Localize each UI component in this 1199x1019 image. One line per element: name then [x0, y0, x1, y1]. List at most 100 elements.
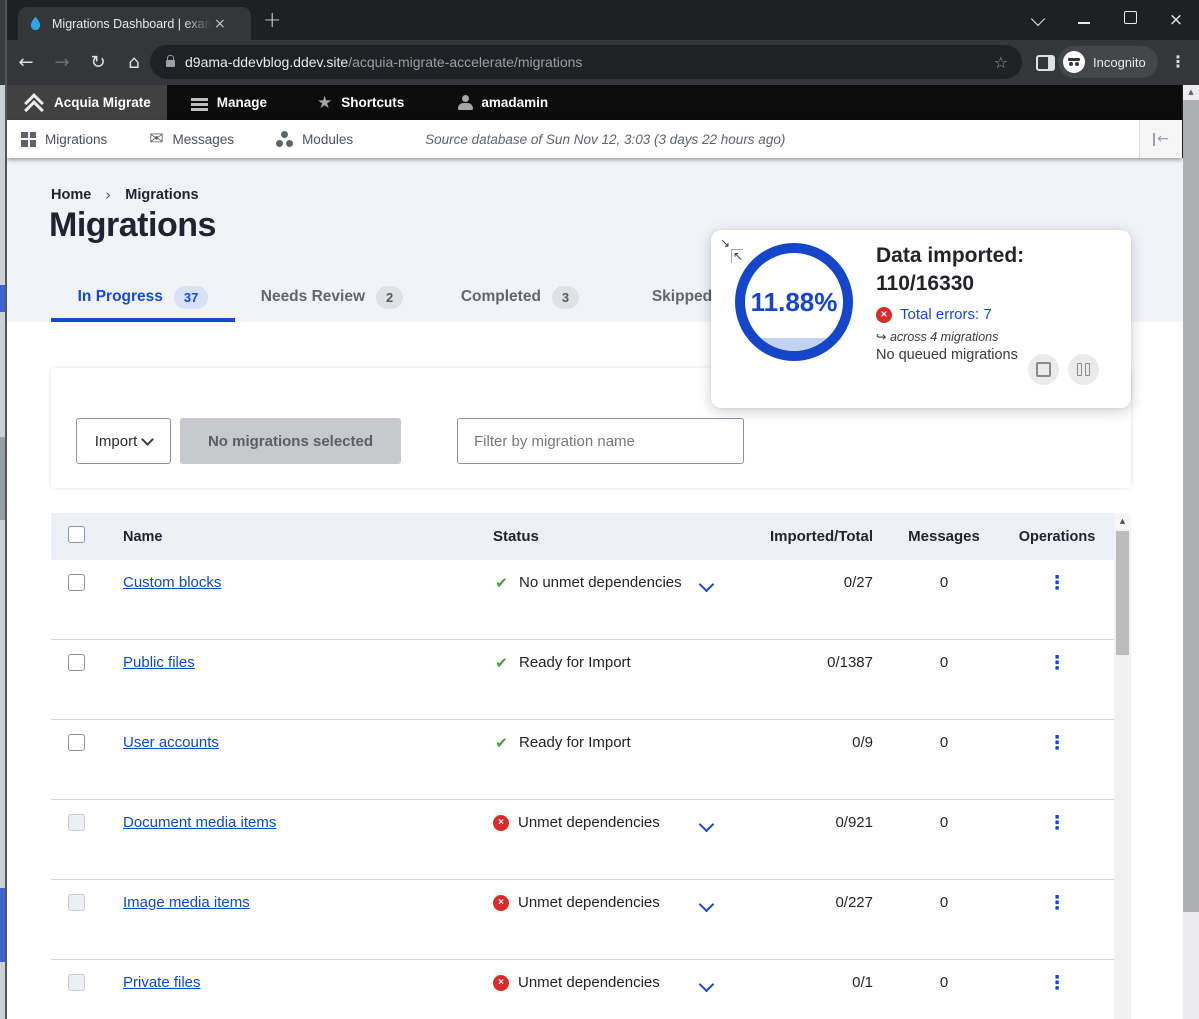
error-icon: ×: [876, 307, 892, 323]
toolbar-item-manage[interactable]: Manage: [175, 85, 283, 120]
toolbar-item-shortcuts[interactable]: ★ Shortcuts: [301, 85, 420, 120]
address-bar[interactable]: d9ama-ddevblog.ddev.site/acquia-migrate-…: [150, 45, 1022, 79]
new-tab-button[interactable]: +: [263, 10, 281, 32]
resize-handle-icon[interactable]: ↘: [720, 236, 730, 250]
row-operations-kebab-icon[interactable]: ⋮: [1048, 972, 1067, 994]
tab-in-progress[interactable]: In Progress 37: [51, 272, 235, 322]
home-icon[interactable]: ⌂: [116, 52, 152, 73]
status-chevron-down-icon[interactable]: [699, 977, 715, 993]
tab-count-badge: 37: [174, 286, 208, 309]
incognito-label: Incognito: [1093, 55, 1146, 70]
nav-item-modules[interactable]: Modules: [262, 131, 367, 147]
row-operations-kebab-icon[interactable]: ⋮: [1048, 812, 1067, 834]
status-chevron-down-icon[interactable]: [699, 897, 715, 913]
status-label: Ready for Import: [519, 734, 631, 752]
row-checkbox[interactable]: [68, 574, 85, 591]
tab-search-chevron-icon[interactable]: [1015, 11, 1061, 29]
forward-icon[interactable]: →: [44, 52, 80, 73]
tab-title: Migrations Dashboard | example: [52, 17, 212, 31]
status-label: Unmet dependencies: [518, 974, 660, 991]
incognito-badge: Incognito: [1058, 46, 1158, 78]
messages-cell: 0: [888, 960, 1000, 991]
migration-name-link[interactable]: Custom blocks: [123, 574, 221, 591]
toolbar-item-label: Shortcuts: [341, 95, 404, 110]
tab-needs-review[interactable]: Needs Review 2: [247, 272, 417, 322]
table-scrollbar[interactable]: ▲: [1114, 513, 1131, 1019]
page-scrollbar-thumb[interactable]: [1183, 100, 1199, 912]
tab-count-badge: 3: [552, 286, 579, 309]
status-label: No unmet dependencies: [519, 574, 682, 592]
tab-label: Completed: [461, 288, 541, 306]
browser-menu-icon[interactable]: ⋮: [1170, 52, 1186, 71]
table-header-row: Name Status Imported/Total Messages Oper…: [51, 513, 1131, 560]
row-operations-kebab-icon[interactable]: ⋮: [1048, 892, 1067, 914]
column-header-messages: Messages: [888, 528, 1000, 545]
collapse-card-icon[interactable]: ↖: [731, 249, 743, 263]
tab-close-icon[interactable]: ×: [214, 16, 226, 32]
back-icon[interactable]: ←: [8, 52, 44, 73]
table-scrollbar-thumb[interactable]: [1116, 531, 1129, 655]
selection-label: No migrations selected: [208, 433, 373, 450]
breadcrumb-current: Migrations: [125, 187, 198, 203]
messages-cell: 0: [888, 640, 1000, 671]
data-imported-heading: Data imported:: [876, 244, 1024, 268]
queue-status-note: No queued migrations: [876, 347, 1018, 363]
collapse-left-icon: ←: [1153, 131, 1169, 147]
row-checkbox[interactable]: [68, 894, 85, 911]
minimize-button[interactable]: [1061, 11, 1107, 29]
close-button[interactable]: ×: [1153, 10, 1199, 30]
table-body: Custom blocks ✔ No unmet dependencies 0/…: [51, 560, 1131, 1019]
maximize-button[interactable]: [1107, 11, 1153, 29]
admin-toolbar: Acquia Migrate Manage ★ Shortcuts amadam…: [7, 85, 1182, 120]
status-icon: ✔: [493, 734, 510, 752]
window-controls: ×: [1015, 0, 1199, 40]
row-operations-kebab-icon[interactable]: ⋮: [1048, 572, 1067, 594]
row-checkbox[interactable]: [68, 734, 85, 751]
row-checkbox[interactable]: [68, 814, 85, 831]
total-errors-link[interactable]: Total errors: 7: [900, 306, 992, 323]
row-operations-kebab-icon[interactable]: ⋮: [1048, 652, 1067, 674]
reload-icon[interactable]: ↻: [80, 52, 116, 73]
breadcrumb-separator: ›: [105, 186, 111, 204]
select-all-checkbox[interactable]: [68, 526, 85, 543]
status-chevron-down-icon[interactable]: [699, 577, 715, 593]
messages-cell: 0: [888, 720, 1000, 751]
browser-tab[interactable]: Migrations Dashboard | example ×: [18, 7, 251, 40]
migration-name-link[interactable]: Document media items: [123, 814, 276, 831]
nav-item-messages[interactable]: ✉ Messages: [135, 129, 248, 149]
bookmark-star-icon[interactable]: ☆: [994, 53, 1008, 72]
status-label: Unmet dependencies: [518, 814, 660, 831]
migration-name-link[interactable]: Private files: [123, 974, 201, 991]
imported-total-cell: 0/227: [766, 880, 888, 911]
tab-count-badge: 2: [376, 286, 403, 309]
pause-button[interactable]: [1068, 354, 1099, 385]
secondary-toolbar: Migrations ✉ Messages Modules Source dat…: [7, 120, 1182, 158]
migration-name-link[interactable]: User accounts: [123, 734, 219, 751]
nav-item-migrations[interactable]: Migrations: [7, 132, 121, 147]
imported-total-cell: 0/1387: [766, 640, 888, 671]
toolbar-item-user[interactable]: amadamin: [442, 85, 564, 120]
import-dropdown-button[interactable]: Import: [76, 418, 171, 464]
table-row: Private files × Unmet dependencies 0/1 0…: [51, 960, 1131, 1019]
side-panel-icon[interactable]: [1036, 55, 1055, 71]
page-scrollbar[interactable]: ▲: [1183, 85, 1199, 1019]
migrations-table: Name Status Imported/Total Messages Oper…: [51, 513, 1131, 1019]
breadcrumb-home-link[interactable]: Home: [51, 187, 91, 203]
scroll-up-arrow-icon[interactable]: ▲: [1114, 513, 1131, 529]
page-scroll-up-arrow-icon[interactable]: ▲: [1183, 85, 1199, 100]
migration-filter-input[interactable]: [457, 418, 744, 464]
tab-completed[interactable]: Completed 3: [447, 272, 593, 322]
column-header-imported-total: Imported/Total: [766, 528, 888, 545]
row-checkbox[interactable]: [68, 654, 85, 671]
toolbar-item-acquia-migrate[interactable]: Acquia Migrate: [7, 85, 167, 120]
migration-name-link[interactable]: Image media items: [123, 894, 250, 911]
status-chevron-down-icon[interactable]: [699, 817, 715, 833]
lock-icon[interactable]: [166, 60, 175, 67]
row-operations-kebab-icon[interactable]: ⋮: [1048, 732, 1067, 754]
row-checkbox[interactable]: [68, 974, 85, 991]
migration-name-link[interactable]: Public files: [123, 654, 195, 671]
collapse-toolbar-button[interactable]: ←: [1139, 120, 1182, 158]
imported-total-cell: 0/27: [766, 560, 888, 591]
stop-button[interactable]: [1028, 354, 1059, 385]
imported-total-cell: 0/921: [766, 800, 888, 831]
